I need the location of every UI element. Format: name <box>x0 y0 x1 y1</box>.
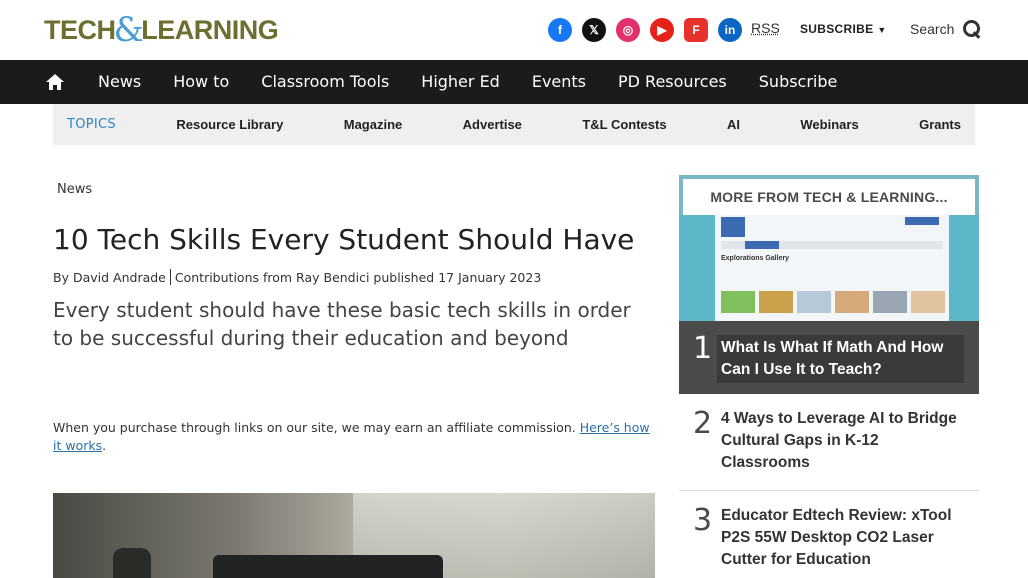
affiliate-end: . <box>102 438 107 453</box>
site-header: TECH & LEARNING f 𝕏 ◎ ▶ F in RSS SUBSCRIBE… <box>0 0 1028 60</box>
main-nav: News How to Classroom Tools Higher Ed Ev… <box>0 60 1028 104</box>
breadcrumb[interactable]: News <box>57 182 92 197</box>
thumb-tile <box>873 291 907 313</box>
rss-link[interactable]: RSS <box>751 20 780 36</box>
topic-magazine[interactable]: Magazine <box>344 117 403 132</box>
nav-item-how-to[interactable]: How to <box>157 60 245 104</box>
nav-item-higher-ed[interactable]: Higher Ed <box>405 60 516 104</box>
byline: By David Andrade Contributions from Ray B… <box>53 269 541 285</box>
strapline: Every student should have these basic te… <box>53 298 631 350</box>
contrib-prefix: Contributions from <box>174 269 293 285</box>
list-item: 3 Educator Edtech Review: xTool P2S 55W … <box>679 491 979 578</box>
hero-laptop <box>213 555 443 578</box>
topics-bar: TOPICS Resource Library Magazine Adverti… <box>53 104 975 145</box>
thumb-gallery-title: Explorations Gallery <box>721 255 790 262</box>
social-links: f 𝕏 ◎ ▶ F in <box>548 18 742 42</box>
topic-grants[interactable]: Grants <box>919 117 961 132</box>
logo-text-amp: & <box>113 10 144 50</box>
site-logo[interactable]: TECH & LEARNING <box>44 10 279 50</box>
contributor-link[interactable]: Ray Bendici <box>296 270 369 285</box>
subscribe-label: SUBSCRIBE <box>800 22 874 36</box>
thumb-button <box>905 217 939 225</box>
logo-text-tech: TECH <box>44 14 116 45</box>
hero-image <box>53 493 655 578</box>
subscribe-dropdown[interactable]: SUBSCRIBE ▼ <box>800 22 887 36</box>
search-button[interactable]: Search <box>910 19 982 39</box>
search-icon <box>962 19 982 39</box>
list-number: 1 <box>693 331 713 366</box>
hero-lamp <box>113 548 151 578</box>
facebook-icon[interactable]: f <box>548 18 572 42</box>
topic-ai[interactable]: AI <box>727 117 740 132</box>
topic-tl-contests[interactable]: T&L Contests <box>582 117 666 132</box>
thumb-tile <box>721 291 755 313</box>
thumb-tile <box>759 291 793 313</box>
thumb-tile <box>797 291 831 313</box>
logo-text-learning: LEARNING <box>141 14 279 45</box>
featured-article-link[interactable]: What Is What If Math And How Can I Use I… <box>717 335 964 383</box>
article-link[interactable]: Educator Edtech Review: xTool P2S 55W De… <box>721 505 971 571</box>
featured-box: MORE FROM TECH & LEARNING... Exploration… <box>679 175 979 394</box>
publish-date: 17 January 2023 <box>438 269 542 285</box>
home-icon[interactable] <box>45 72 65 92</box>
affiliate-text: When you purchase through links on our s… <box>53 420 576 435</box>
byline-divider <box>169 269 171 285</box>
list-item: 2 4 Ways to Leverage AI to Bridge Cultur… <box>679 394 979 491</box>
topic-resource-library[interactable]: Resource Library <box>176 117 283 132</box>
youtube-icon[interactable]: ▶ <box>650 18 674 42</box>
nav-item-events[interactable]: Events <box>516 60 602 104</box>
author-link[interactable]: David Andrade <box>73 270 166 285</box>
thumb-tile <box>911 291 945 313</box>
featured-thumbnail[interactable]: Explorations Gallery <box>679 215 979 321</box>
thumb-tab <box>745 241 779 249</box>
x-icon[interactable]: 𝕏 <box>582 18 606 42</box>
published-prefix: published <box>373 269 435 285</box>
sidebar-header: MORE FROM TECH & LEARNING... <box>683 179 975 215</box>
affiliate-disclaimer: When you purchase through links on our s… <box>53 419 653 455</box>
nav-item-subscribe[interactable]: Subscribe <box>743 60 854 104</box>
instagram-icon[interactable]: ◎ <box>616 18 640 42</box>
topic-advertise[interactable]: Advertise <box>463 117 522 132</box>
article-link[interactable]: 4 Ways to Leverage AI to Bridge Cultural… <box>721 408 971 474</box>
nav-item-pd-resources[interactable]: PD Resources <box>602 60 743 104</box>
thumb-tile <box>835 291 869 313</box>
search-label: Search <box>910 21 955 37</box>
nav-items: News How to Classroom Tools Higher Ed Ev… <box>82 60 853 104</box>
more-from-sidebar: MORE FROM TECH & LEARNING... Exploration… <box>679 175 979 578</box>
caret-down-icon: ▼ <box>877 25 887 35</box>
topics-label: TOPICS <box>67 117 116 132</box>
thumb-logo <box>721 217 745 237</box>
flipboard-icon[interactable]: F <box>684 18 708 42</box>
byline-by: By <box>53 269 69 285</box>
linkedin-icon[interactable]: in <box>718 18 742 42</box>
list-number: 3 <box>693 503 713 538</box>
nav-item-news[interactable]: News <box>82 60 157 104</box>
page-title: 10 Tech Skills Every Student Should Have <box>53 223 635 256</box>
nav-item-classroom-tools[interactable]: Classroom Tools <box>245 60 405 104</box>
topic-webinars[interactable]: Webinars <box>800 117 858 132</box>
list-number: 2 <box>693 406 713 441</box>
